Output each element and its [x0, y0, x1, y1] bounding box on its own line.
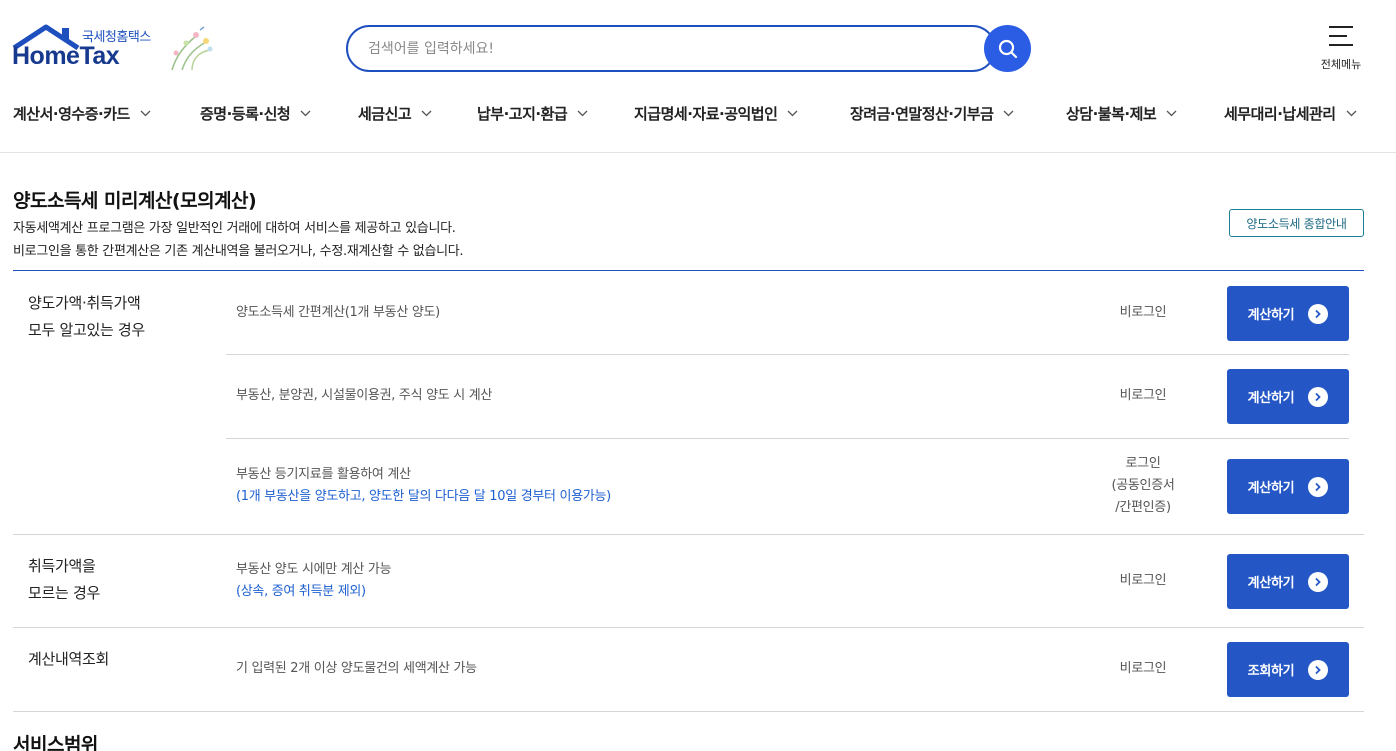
service-scope-heading: 서비스범위 [13, 734, 98, 751]
login-label: 비로그인 [1119, 305, 1167, 320]
row-description: 부동산, 분양권, 시설물이용권, 주식 양도 시 계산 [236, 388, 493, 403]
logo-wordmark: HomeTax [12, 42, 120, 70]
chevron-right-icon [1308, 571, 1329, 592]
group-label-line: 모두 알고있는 경우 [28, 321, 145, 339]
login-requirement: 비로그인 [1098, 302, 1188, 324]
group-label-unknown-acquisition: 취득가액을 모르는 경우 [28, 553, 100, 607]
login-requirement: 로그인 (공동인증서 /간편인증) [1098, 453, 1188, 519]
search-box [346, 25, 996, 72]
row-property-stock-calc: 부동산, 분양권, 시설물이용권, 주식 양도 시 계산 [236, 385, 492, 407]
group-divider [13, 711, 1364, 712]
login-label: /간편인증) [1115, 500, 1171, 515]
button-label: 조회하기 [1247, 664, 1295, 679]
calculate-button[interactable]: 계산하기 [1227, 369, 1349, 424]
chevron-down-icon [1003, 110, 1014, 117]
chevron-down-icon [577, 110, 588, 117]
row-description: 기 입력된 2개 이상 양도물건의 세액계산 가능 [236, 661, 477, 676]
all-menu-label: 전체메뉴 [1320, 58, 1362, 71]
hamburger-icon [1329, 26, 1353, 48]
calculate-button[interactable]: 계산하기 [1227, 554, 1349, 609]
button-label: 계산하기 [1247, 481, 1295, 496]
nav-item-tax-agent[interactable]: 세무대리·납세관리 [1224, 96, 1357, 130]
login-label: (공동인증서 [1111, 478, 1175, 493]
login-requirement: 비로그인 [1098, 385, 1188, 407]
nav-item-payment-refund[interactable]: 납부·고지·환급 [477, 96, 588, 130]
login-label: 비로그인 [1119, 388, 1167, 403]
row-divider [226, 438, 1349, 439]
all-menu-button[interactable]: 전체메뉴 [1312, 26, 1370, 76]
group-label-line: 양도가액·취득가액 [28, 294, 141, 312]
chevron-right-icon [1308, 303, 1329, 324]
nav-item-label: 계산서·영수증·카드 [13, 104, 130, 123]
nav-item-label: 상담·불복·제보 [1066, 104, 1157, 123]
group-label-line: 계산내역조회 [28, 650, 110, 668]
nav-item-label: 증명·등록·신청 [200, 104, 291, 123]
row-note: (1개 부동산을 양도하고, 양도한 달의 다다음 달 10일 경부터 이용가능… [236, 489, 611, 504]
button-label: 계산하기 [1247, 308, 1295, 323]
nav-item-tax-return[interactable]: 세금신고 [358, 96, 432, 130]
group-label-line: 취득가액을 [28, 557, 96, 575]
chevron-down-icon [1346, 110, 1357, 117]
row-simple-calc: 양도소득세 간편계산(1개 부동산 양도) [236, 302, 440, 324]
flower-decoration-icon [171, 26, 213, 71]
button-label: 계산하기 [1247, 391, 1295, 406]
search-icon [998, 39, 1017, 58]
main-navigation: 계산서·영수증·카드 증명·등록·신청 세금신고 납부·고지·환급 지급명세·자… [0, 96, 1396, 130]
chevron-down-icon [140, 110, 151, 117]
hometax-logo[interactable]: 국세청홈택스 HomeTax [12, 24, 217, 74]
row-property-only-calc: 부동산 양도 시에만 계산 가능 (상속, 증여 취득분 제외) [236, 559, 392, 603]
nav-item-label: 세금신고 [358, 104, 412, 123]
calculate-button[interactable]: 계산하기 [1227, 286, 1349, 341]
table-top-border [13, 270, 1364, 271]
nav-item-label: 세무대리·납세관리 [1224, 104, 1336, 123]
row-description: 부동산 등기지료를 활용하여 계산 [236, 467, 411, 482]
button-label: 계산하기 [1247, 576, 1295, 591]
login-requirement: 비로그인 [1098, 658, 1188, 680]
lookup-button[interactable]: 조회하기 [1227, 642, 1349, 697]
chevron-down-icon [1166, 110, 1177, 117]
calculate-button[interactable]: 계산하기 [1227, 459, 1349, 514]
site-header: 국세청홈택스 HomeTax 전체메뉴 계 [0, 0, 1396, 153]
nav-item-label: 납부·고지·환급 [477, 104, 568, 123]
group-label-line: 모르는 경우 [28, 584, 100, 602]
nav-item-label: 지급명세·자료·공익법인 [634, 104, 778, 123]
login-label: 비로그인 [1119, 573, 1167, 588]
group-divider [13, 627, 1364, 628]
nav-item-payment-statement[interactable]: 지급명세·자료·공익법인 [634, 96, 798, 130]
row-description: 부동산 양도 시에만 계산 가능 [236, 562, 392, 577]
capital-gains-guide-button[interactable]: 양도소득세 종합안내 [1229, 209, 1364, 237]
chevron-right-icon [1308, 659, 1329, 680]
row-history-lookup: 기 입력된 2개 이상 양도물건의 세액계산 가능 [236, 658, 477, 680]
group-label-known-prices: 양도가액·취득가액 모두 알고있는 경우 [28, 290, 145, 344]
login-requirement: 비로그인 [1098, 570, 1188, 592]
search-input[interactable] [348, 27, 948, 70]
page-title: 양도소득세 미리계산(모의계산) [13, 190, 257, 212]
chevron-down-icon [421, 110, 432, 117]
group-label-history: 계산내역조회 [28, 646, 109, 673]
row-description: 양도소득세 간편계산(1개 부동산 양도) [236, 305, 440, 320]
chevron-right-icon [1308, 386, 1329, 407]
row-note: (상속, 증여 취득분 제외) [236, 584, 366, 599]
search-button[interactable] [984, 25, 1031, 72]
chevron-right-icon [1308, 476, 1329, 497]
nav-item-label: 장려금·연말정산·기부금 [850, 104, 994, 123]
page-description-2: 비로그인을 통한 간편계산은 기존 계산내역을 불러오거나, 수정.재계산할 수… [13, 244, 464, 259]
nav-item-consult-appeal[interactable]: 상담·불복·제보 [1066, 96, 1177, 130]
row-registry-data-calc: 부동산 등기지료를 활용하여 계산 (1개 부동산을 양도하고, 양도한 달의 … [236, 464, 611, 508]
nav-item-invoice-receipt-card[interactable]: 계산서·영수증·카드 [13, 96, 151, 130]
nav-item-certificate-registration[interactable]: 증명·등록·신청 [200, 96, 311, 130]
group-divider [13, 534, 1364, 535]
page-description-1: 자동세액계산 프로그램은 가장 일반적인 거래에 대하여 서비스를 제공하고 있… [13, 221, 456, 236]
chevron-down-icon [300, 110, 311, 117]
login-label: 로그인 [1125, 456, 1161, 471]
nav-item-incentive-year-end[interactable]: 장려금·연말정산·기부금 [850, 96, 1014, 130]
row-divider [226, 354, 1349, 355]
chevron-down-icon [787, 110, 798, 117]
login-label: 비로그인 [1119, 661, 1167, 676]
